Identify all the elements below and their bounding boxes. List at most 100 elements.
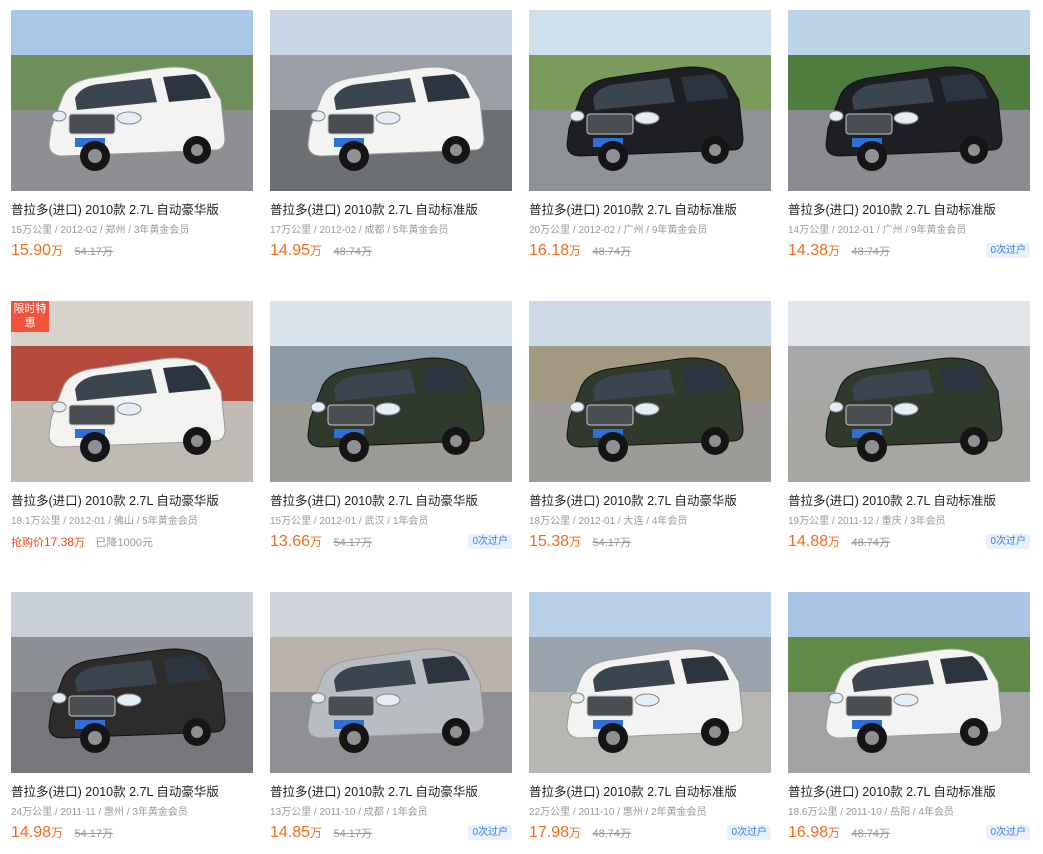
car-wheel-rim — [191, 726, 203, 738]
car-photo[interactable] — [11, 592, 253, 773]
listing-title[interactable]: 普拉多(进口) 2010款 2.7L 自动豪华版 — [11, 202, 253, 219]
listing-meta: 24万公里 / 2011-11 / 惠州 / 3年黄金会员 — [11, 807, 188, 818]
listing-card[interactable]: 普拉多(进口) 2010款 2.7L 自动豪华版 13万公里 / 2011-10… — [270, 592, 512, 843]
car-wheel-rim — [88, 731, 102, 745]
listing-card[interactable]: 普拉多(进口) 2010款 2.7L 自动标准版 17万公里 / 2012-02… — [270, 10, 512, 261]
listing-card[interactable]: 限时特惠 普拉多(进口) 2010款 2.7L 自动豪华版 18.1万公里 / … — [11, 301, 253, 552]
listing-card[interactable]: 普拉多(进口) 2010款 2.7L 自动豪华版 15万公里 / 2012-01… — [270, 301, 512, 552]
car-photo[interactable] — [270, 10, 512, 191]
car-headlight — [569, 401, 585, 413]
original-price: 48.74万 — [851, 246, 891, 258]
listing-card[interactable]: 普拉多(进口) 2010款 2.7L 自动标准版 22万公里 / 2011-10… — [529, 592, 771, 843]
listing-title[interactable]: 普拉多(进口) 2010款 2.7L 自动豪华版 — [529, 493, 771, 510]
car-photo[interactable] — [529, 301, 771, 482]
listing-card[interactable]: 普拉多(进口) 2010款 2.7L 自动标准版 14万公里 / 2012-01… — [788, 10, 1030, 261]
listing-card[interactable]: 普拉多(进口) 2010款 2.7L 自动豪华版 24万公里 / 2011-11… — [11, 592, 253, 843]
car-grille — [327, 113, 375, 135]
listing-title[interactable]: 普拉多(进口) 2010款 2.7L 自动标准版 — [270, 202, 512, 219]
original-price: 54.17万 — [74, 828, 114, 840]
car-grille — [845, 695, 893, 717]
car-grille — [586, 695, 634, 717]
current-price: 14.95万 — [270, 242, 323, 259]
car-photo[interactable] — [270, 301, 512, 482]
car-wheel-rim — [347, 149, 361, 163]
listing-title[interactable]: 普拉多(进口) 2010款 2.7L 自动豪华版 — [11, 493, 253, 510]
car-grille — [68, 113, 116, 135]
car-wheel-rim — [191, 435, 203, 447]
listing-title[interactable]: 普拉多(进口) 2010款 2.7L 自动豪华版 — [270, 493, 512, 510]
car-headlight — [893, 111, 919, 125]
original-price: 54.17万 — [333, 828, 373, 840]
car-headlight — [51, 692, 67, 704]
car-photo[interactable] — [11, 10, 253, 191]
listing-title[interactable]: 普拉多(进口) 2010款 2.7L 自动标准版 — [529, 202, 771, 219]
price-row: 17.98万 48.74万 0次过户 — [529, 823, 771, 843]
car-photo[interactable] — [788, 301, 1030, 482]
car-grille — [327, 695, 375, 717]
car-photo[interactable] — [529, 592, 771, 773]
car-headlight — [634, 693, 660, 707]
car-wheel-rim — [347, 440, 361, 454]
listing-title[interactable]: 普拉多(进口) 2010款 2.7L 自动标准版 — [788, 784, 1030, 801]
car-grille — [327, 404, 375, 426]
current-price: 15.38万 — [529, 533, 582, 550]
car-wheel-rim — [865, 149, 879, 163]
car-wheel-rim — [450, 726, 462, 738]
current-price: 14.38万 — [788, 242, 841, 259]
current-price: 14.98万 — [11, 824, 64, 841]
original-price: 48.74万 — [851, 537, 891, 549]
transfer-count-badge: 0次过户 — [986, 825, 1030, 840]
car-wheel-rim — [968, 435, 980, 447]
listing-meta: 15万公里 / 2012-01 / 武汉 / 1年会员 — [270, 516, 429, 527]
listing-card[interactable]: 普拉多(进口) 2010款 2.7L 自动豪华版 15万公里 / 2012-02… — [11, 10, 253, 261]
listing-meta: 15万公里 / 2012-02 / 郑州 / 3年黄金会员 — [11, 225, 190, 236]
car-photo[interactable] — [788, 592, 1030, 773]
listing-card[interactable]: 普拉多(进口) 2010款 2.7L 自动豪华版 18万公里 / 2012-01… — [529, 301, 771, 552]
listing-meta: 18.6万公里 / 2011-10 / 岳阳 / 4年会员 — [788, 807, 954, 818]
listing-card[interactable]: 普拉多(进口) 2010款 2.7L 自动标准版 18.6万公里 / 2011-… — [788, 592, 1030, 843]
car-photo[interactable] — [788, 10, 1030, 191]
original-price: 54.17万 — [74, 246, 114, 258]
listing-meta: 14万公里 / 2012-01 / 广州 / 9年黄金会员 — [788, 225, 967, 236]
car-headlight — [634, 402, 660, 416]
price-row: 14.88万 48.74万 0次过户 — [788, 532, 1030, 552]
listing-card[interactable]: 普拉多(进口) 2010款 2.7L 自动标准版 19万公里 / 2011-12… — [788, 301, 1030, 552]
car-wheel-rim — [865, 731, 879, 745]
car-headlight — [569, 110, 585, 122]
car-photo[interactable] — [270, 592, 512, 773]
price-cut-label: 已降1000元 — [95, 537, 153, 549]
current-price: 15.90万 — [11, 242, 64, 259]
car-photo[interactable]: 限时特惠 — [11, 301, 253, 482]
listing-meta: 19万公里 / 2011-12 / 重庆 / 3年会员 — [788, 516, 946, 527]
listing-meta: 22万公里 / 2011-10 / 惠州 / 2年黄金会员 — [529, 807, 707, 818]
car-photo[interactable] — [529, 10, 771, 191]
listing-title[interactable]: 普拉多(进口) 2010款 2.7L 自动豪华版 — [11, 784, 253, 801]
current-price: 14.85万 — [270, 824, 323, 841]
car-grille — [68, 695, 116, 717]
car-wheel-rim — [450, 435, 462, 447]
listing-title[interactable]: 普拉多(进口) 2010款 2.7L 自动标准版 — [788, 493, 1030, 510]
listing-card[interactable]: 普拉多(进口) 2010款 2.7L 自动标准版 20万公里 / 2012-02… — [529, 10, 771, 261]
car-headlight — [51, 110, 67, 122]
original-price: 48.74万 — [592, 246, 632, 258]
car-grille — [586, 113, 634, 135]
price-row: 14.98万 54.17万 — [11, 823, 253, 843]
listing-title[interactable]: 普拉多(进口) 2010款 2.7L 自动豪华版 — [270, 784, 512, 801]
car-wheel-rim — [606, 440, 620, 454]
listing-meta: 18万公里 / 2012-01 / 大连 / 4年会员 — [529, 516, 688, 527]
car-headlight — [634, 111, 660, 125]
car-headlight — [375, 111, 401, 125]
price-row: 15.90万 54.17万 — [11, 241, 253, 261]
car-headlight — [51, 401, 67, 413]
current-price: 17.98万 — [529, 824, 582, 841]
car-headlight — [375, 693, 401, 707]
car-grille — [845, 404, 893, 426]
listing-title[interactable]: 普拉多(进口) 2010款 2.7L 自动标准版 — [529, 784, 771, 801]
price-row: 抢购价17.38万 已降1000元 — [11, 532, 253, 552]
limited-offer-tag: 限时特惠 — [11, 301, 49, 332]
flash-sale-price: 抢购价17.38万 — [11, 535, 86, 549]
price-row: 16.98万 48.74万 0次过户 — [788, 823, 1030, 843]
price-row: 15.38万 54.17万 — [529, 532, 771, 552]
listing-title[interactable]: 普拉多(进口) 2010款 2.7L 自动标准版 — [788, 202, 1030, 219]
transfer-count-badge: 0次过户 — [986, 534, 1030, 549]
